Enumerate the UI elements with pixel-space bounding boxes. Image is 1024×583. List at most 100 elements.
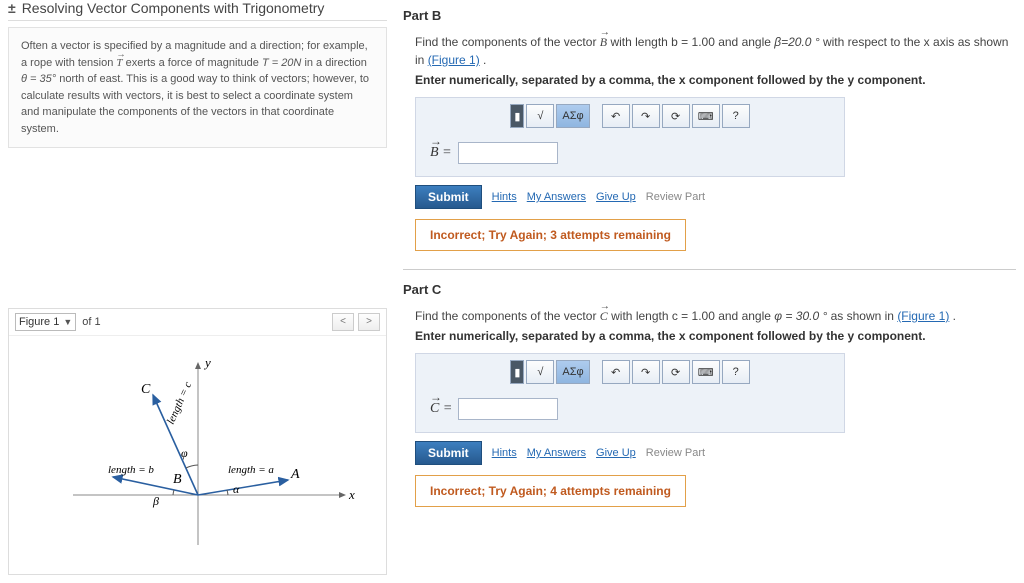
greek-label: ΑΣφ	[562, 110, 583, 122]
greek-label: ΑΣφ	[562, 366, 583, 378]
part-b-answer-area: ▮ √ ΑΣφ ↶ ↷ ⟳ ⌨ ? B =	[415, 97, 845, 177]
part-b-header: Part B	[403, 8, 1016, 23]
len-b: length = b	[108, 464, 154, 476]
part-c-prompt: Find the components of the vector C with…	[403, 307, 1016, 325]
help-button[interactable]: ?	[722, 360, 750, 384]
prompt-text: as shown in	[831, 309, 898, 323]
reset-button[interactable]: ⟳	[662, 104, 690, 128]
submit-button[interactable]: Submit	[415, 185, 482, 209]
prompt-text: .	[483, 53, 486, 67]
reset-icon: ⟳	[671, 110, 680, 123]
figure-prev-button[interactable]: <	[332, 313, 354, 331]
figure-header: Figure 1 ▼ of 1 < >	[9, 309, 386, 336]
angle-beta: β	[152, 494, 159, 508]
hints-link[interactable]: Hints	[492, 447, 517, 459]
answer-toolbar: ▮ √ ΑΣφ ↶ ↷ ⟳ ⌨ ?	[416, 354, 844, 390]
vector-diagram: y x A α length = a B β length = b	[33, 345, 363, 565]
module-title-text: Resolving Vector Components with Trigono…	[22, 0, 325, 16]
chevron-down-icon: ▼	[63, 317, 72, 327]
keyboard-icon: ⌨	[698, 110, 714, 123]
equation-label: B =	[430, 145, 452, 161]
undo-button[interactable]: ↶	[602, 104, 630, 128]
give-up-link[interactable]: Give Up	[596, 447, 636, 459]
vector-T: T	[116, 57, 122, 69]
reset-icon: ⟳	[671, 366, 680, 379]
keyboard-icon: ⌨	[698, 366, 714, 379]
part-b-prompt: Find the components of the vector B with…	[403, 33, 1016, 69]
root-button[interactable]: √	[526, 104, 554, 128]
figure-panel: Figure 1 ▼ of 1 < >	[8, 308, 387, 575]
intro-text: in a direction	[304, 57, 366, 69]
part-c-instruction: Enter numerically, separated by a comma,…	[403, 329, 1016, 343]
expand-icon: ±	[8, 0, 16, 16]
part-c: Part C Find the components of the vector…	[403, 269, 1016, 507]
equation-label: C =	[430, 401, 452, 417]
submit-row: Submit Hints My Answers Give Up Review P…	[415, 185, 1016, 209]
intro-text: exerts a force of magnitude	[126, 57, 262, 69]
angle-value: φ = 30.0 °	[774, 309, 827, 323]
prompt-text: Find the components of the vector	[415, 309, 600, 323]
vec-B: B	[173, 472, 182, 487]
keyboard-button[interactable]: ⌨	[692, 104, 720, 128]
vector-C: C	[600, 309, 608, 323]
greek-button[interactable]: ΑΣφ	[556, 360, 589, 384]
axis-x: x	[348, 487, 355, 502]
figure-of: of 1	[80, 316, 102, 328]
angle-phi: φ	[181, 446, 188, 460]
figure-select[interactable]: Figure 1 ▼	[15, 313, 76, 331]
part-c-feedback: Incorrect; Try Again; 4 attempts remaini…	[415, 475, 686, 507]
equation-row: C =	[416, 390, 844, 424]
redo-icon: ↷	[641, 366, 650, 379]
vec-C: C	[141, 382, 151, 397]
axis-y: y	[203, 355, 211, 370]
root-icon: √	[537, 366, 543, 378]
prompt-text: Find the components of the vector	[415, 35, 600, 49]
figure-next-button[interactable]: >	[358, 313, 380, 331]
angle-alpha: α	[233, 482, 240, 496]
root-icon: √	[537, 110, 543, 122]
review-part: Review Part	[646, 447, 705, 459]
redo-button[interactable]: ↷	[632, 104, 660, 128]
part-b: Part B Find the components of the vector…	[403, 8, 1016, 251]
part-c-header: Part C	[403, 269, 1016, 297]
redo-button[interactable]: ↷	[632, 360, 660, 384]
part-b-instruction: Enter numerically, separated by a comma,…	[403, 73, 1016, 87]
greek-button[interactable]: ΑΣφ	[556, 104, 589, 128]
templates-toggle[interactable]: ▮	[510, 360, 524, 384]
my-answers-link[interactable]: My Answers	[527, 447, 586, 459]
review-part: Review Part	[646, 191, 705, 203]
submit-button[interactable]: Submit	[415, 441, 482, 465]
reset-button[interactable]: ⟳	[662, 360, 690, 384]
part-b-feedback: Incorrect; Try Again; 3 attempts remaini…	[415, 219, 686, 251]
intro-eq: T = 20N	[262, 57, 301, 69]
redo-icon: ↷	[641, 110, 650, 123]
help-button[interactable]: ?	[722, 104, 750, 128]
intro-eq: θ = 35°	[21, 73, 56, 85]
part-c-answer-area: ▮ √ ΑΣφ ↶ ↷ ⟳ ⌨ ? C =	[415, 353, 845, 433]
figure-link[interactable]: (Figure 1)	[428, 53, 480, 67]
angle-value: β=20.0 °	[774, 35, 819, 49]
hints-link[interactable]: Hints	[492, 191, 517, 203]
my-answers-link[interactable]: My Answers	[527, 191, 586, 203]
answer-toolbar: ▮ √ ΑΣφ ↶ ↷ ⟳ ⌨ ?	[416, 98, 844, 134]
vec-A: A	[290, 467, 300, 482]
root-button[interactable]: √	[526, 360, 554, 384]
help-icon: ?	[733, 110, 739, 122]
keyboard-button[interactable]: ⌨	[692, 360, 720, 384]
vector-B-label: B	[430, 145, 439, 160]
answer-input[interactable]	[458, 142, 558, 164]
len-c: length = c	[164, 380, 193, 426]
give-up-link[interactable]: Give Up	[596, 191, 636, 203]
undo-button[interactable]: ↶	[602, 360, 630, 384]
undo-icon: ↶	[611, 366, 620, 379]
answer-input[interactable]	[458, 398, 558, 420]
submit-row: Submit Hints My Answers Give Up Review P…	[415, 441, 1016, 465]
prompt-text: with length c = 1.00 and angle	[611, 309, 774, 323]
prompt-text: with length b = 1.00 and angle	[610, 35, 774, 49]
figure-body: y x A α length = a B β length = b	[9, 336, 386, 574]
len-a: length = a	[228, 464, 274, 476]
module-title: ± Resolving Vector Components with Trigo…	[8, 0, 387, 21]
templates-toggle[interactable]: ▮	[510, 104, 524, 128]
intro-box: Often a vector is specified by a magnitu…	[8, 27, 387, 148]
figure-link[interactable]: (Figure 1)	[897, 309, 949, 323]
